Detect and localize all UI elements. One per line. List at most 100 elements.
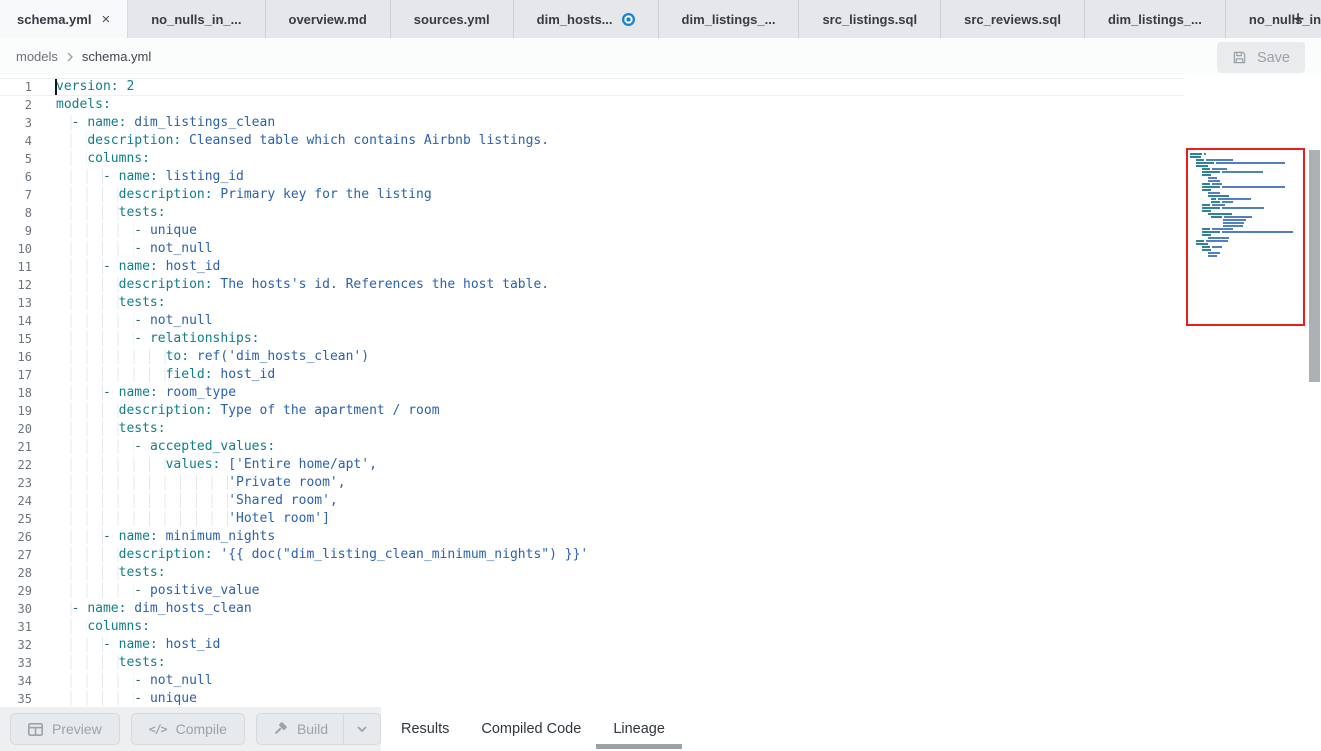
code-line[interactable]: 11 - name: host_id xyxy=(0,258,1185,276)
line-number: 28 xyxy=(0,564,32,582)
code-line[interactable]: 13 tests: xyxy=(0,294,1185,312)
code-line[interactable]: 32 - name: host_id xyxy=(0,636,1185,654)
line-number: 12 xyxy=(0,276,32,294)
new-tab-button[interactable]: + xyxy=(1283,0,1313,38)
minimap-value-bar xyxy=(1223,222,1244,224)
yaml-value: ref('dim_hosts_clean') xyxy=(189,349,369,364)
minimap-key-bar xyxy=(1211,201,1220,203)
code-line[interactable]: 7 description: Primary key for the listi… xyxy=(0,186,1185,204)
code-line[interactable]: 25 'Hotel room'] xyxy=(0,510,1185,528)
minimap-line xyxy=(1190,177,1302,179)
indent-guides xyxy=(56,511,228,526)
yaml-key: name: xyxy=(119,385,158,400)
code-line[interactable]: 31 columns: xyxy=(0,618,1185,636)
code-line[interactable]: 23 'Private room', xyxy=(0,474,1185,492)
code-line[interactable]: 19 description: Type of the apartment / … xyxy=(0,402,1185,420)
tab-src-reviews-sql[interactable]: src_reviews.sql xyxy=(941,0,1085,38)
preview-button[interactable]: Preview xyxy=(10,713,120,745)
tab-dim-listings[interactable]: dim_listings_... xyxy=(659,0,800,38)
panel-tab-compiled-code[interactable]: Compiled Code xyxy=(481,707,581,751)
tab-dim-listings[interactable]: dim_listings_... xyxy=(1085,0,1226,38)
close-icon[interactable]: × xyxy=(101,12,110,27)
indent-guides xyxy=(56,187,119,202)
tab-label: schema.yml xyxy=(17,12,91,27)
code-line[interactable]: 28 tests: xyxy=(0,564,1185,582)
panel-tab-lineage[interactable]: Lineage xyxy=(613,707,665,751)
yaml-key: tests: xyxy=(119,655,166,670)
save-icon xyxy=(1232,50,1247,65)
minimap-line xyxy=(1190,237,1302,239)
indent-guides xyxy=(56,565,119,580)
minimap-key-bar xyxy=(1202,204,1210,206)
code-line[interactable]: 6 - name: listing_id xyxy=(0,168,1185,186)
breadcrumb: models schema.yml xyxy=(0,38,1321,75)
line-number: 20 xyxy=(0,420,32,438)
build-dropdown-button[interactable] xyxy=(343,714,380,744)
line-number: 31 xyxy=(0,618,32,636)
code-line[interactable]: 3 - name: dim_listings_clean xyxy=(0,114,1185,132)
code-line[interactable]: 2models: xyxy=(0,96,1185,114)
code-line[interactable]: 33 tests: xyxy=(0,654,1185,672)
line-number: 34 xyxy=(0,672,32,690)
tab-src-listings-sql[interactable]: src_listings.sql xyxy=(799,0,941,38)
code-line[interactable]: 18 - name: room_type xyxy=(0,384,1185,402)
code-line[interactable]: 1version: 2 xyxy=(0,78,1185,96)
build-button[interactable]: Build xyxy=(257,714,343,744)
code-line[interactable]: 4 description: Cleansed table which cont… xyxy=(0,132,1185,150)
code-line[interactable]: 15 - relationships: xyxy=(0,330,1185,348)
tab-dim-hosts[interactable]: dim_hosts... xyxy=(514,0,659,38)
yaml-value: host_id xyxy=(213,367,276,382)
code-line[interactable]: 9 - unique xyxy=(0,222,1185,240)
code-line[interactable]: 14 - not_null xyxy=(0,312,1185,330)
save-button[interactable]: Save xyxy=(1217,42,1305,73)
yaml-key: name: xyxy=(119,637,158,652)
yaml-dash: - xyxy=(134,673,150,688)
code-line[interactable]: 29 - positive_value xyxy=(0,582,1185,600)
indent-guides xyxy=(56,601,72,616)
line-number: 5 xyxy=(0,150,32,168)
code-line[interactable]: 30 - name: dim_hosts_clean xyxy=(0,600,1185,618)
code-line[interactable]: 21 - accepted_values: xyxy=(0,438,1185,456)
minimap-line xyxy=(1190,153,1302,155)
code-line[interactable]: 16 to: ref('dim_hosts_clean') xyxy=(0,348,1185,366)
code-line[interactable]: 24 'Shared room', xyxy=(0,492,1185,510)
code-line[interactable]: 26 - name: minimum_nights xyxy=(0,528,1185,546)
indent-guides xyxy=(56,115,72,130)
bottom-bar: Preview </> Compile Build xyxy=(0,707,1321,751)
tab-overview-md[interactable]: overview.md xyxy=(266,0,391,38)
code-line[interactable]: 22 values: ['Entire home/apt', xyxy=(0,456,1185,474)
yaml-key: name: xyxy=(87,115,126,130)
line-number: 16 xyxy=(0,348,32,366)
breadcrumb-folder[interactable]: models xyxy=(16,49,58,64)
code-line[interactable]: 8 tests: xyxy=(0,204,1185,222)
indent-guides xyxy=(56,151,87,166)
yaml-value: Type of the apartment / room xyxy=(213,403,440,418)
tab-no-nulls-in[interactable]: no_nulls_in_... xyxy=(128,0,265,38)
indent-guides xyxy=(56,547,119,562)
code-line[interactable]: 5 columns: xyxy=(0,150,1185,168)
minimap-value-bar xyxy=(1222,231,1293,233)
panel-tab-results[interactable]: Results xyxy=(401,707,449,751)
editor-scrollbar-thumb[interactable] xyxy=(1309,150,1320,382)
code-line[interactable]: 35 - unique xyxy=(0,690,1185,707)
code-line[interactable]: 12 description: The hosts's id. Referenc… xyxy=(0,276,1185,294)
code-line[interactable]: 10 - not_null xyxy=(0,240,1185,258)
tab-schema-yml[interactable]: schema.yml × xyxy=(0,0,128,38)
tab-sources-yml[interactable]: sources.yml xyxy=(391,0,514,38)
minimap[interactable] xyxy=(1190,153,1302,258)
indent-guides xyxy=(56,313,134,328)
code-line[interactable]: 27 description: '{{ doc("dim_listing_cle… xyxy=(0,546,1185,564)
indent-guides xyxy=(56,673,134,688)
yaml-value: Cleansed table which contains Airbnb lis… xyxy=(181,133,549,148)
minimap-value-bar xyxy=(1222,171,1263,173)
compile-button[interactable]: </> Compile xyxy=(131,713,245,745)
yaml-value: positive_value xyxy=(150,583,260,598)
code-editor[interactable]: 1version: 22models:3 - name: dim_listing… xyxy=(0,75,1321,707)
yaml-key: description: xyxy=(119,547,213,562)
code-line[interactable]: 20 tests: xyxy=(0,420,1185,438)
code-line[interactable]: 34 - not_null xyxy=(0,672,1185,690)
minimap-value-bar xyxy=(1212,204,1226,206)
minimap-value-bar xyxy=(1204,153,1206,155)
code-line[interactable]: 17 field: host_id xyxy=(0,366,1185,384)
yaml-dash: - xyxy=(134,241,150,256)
